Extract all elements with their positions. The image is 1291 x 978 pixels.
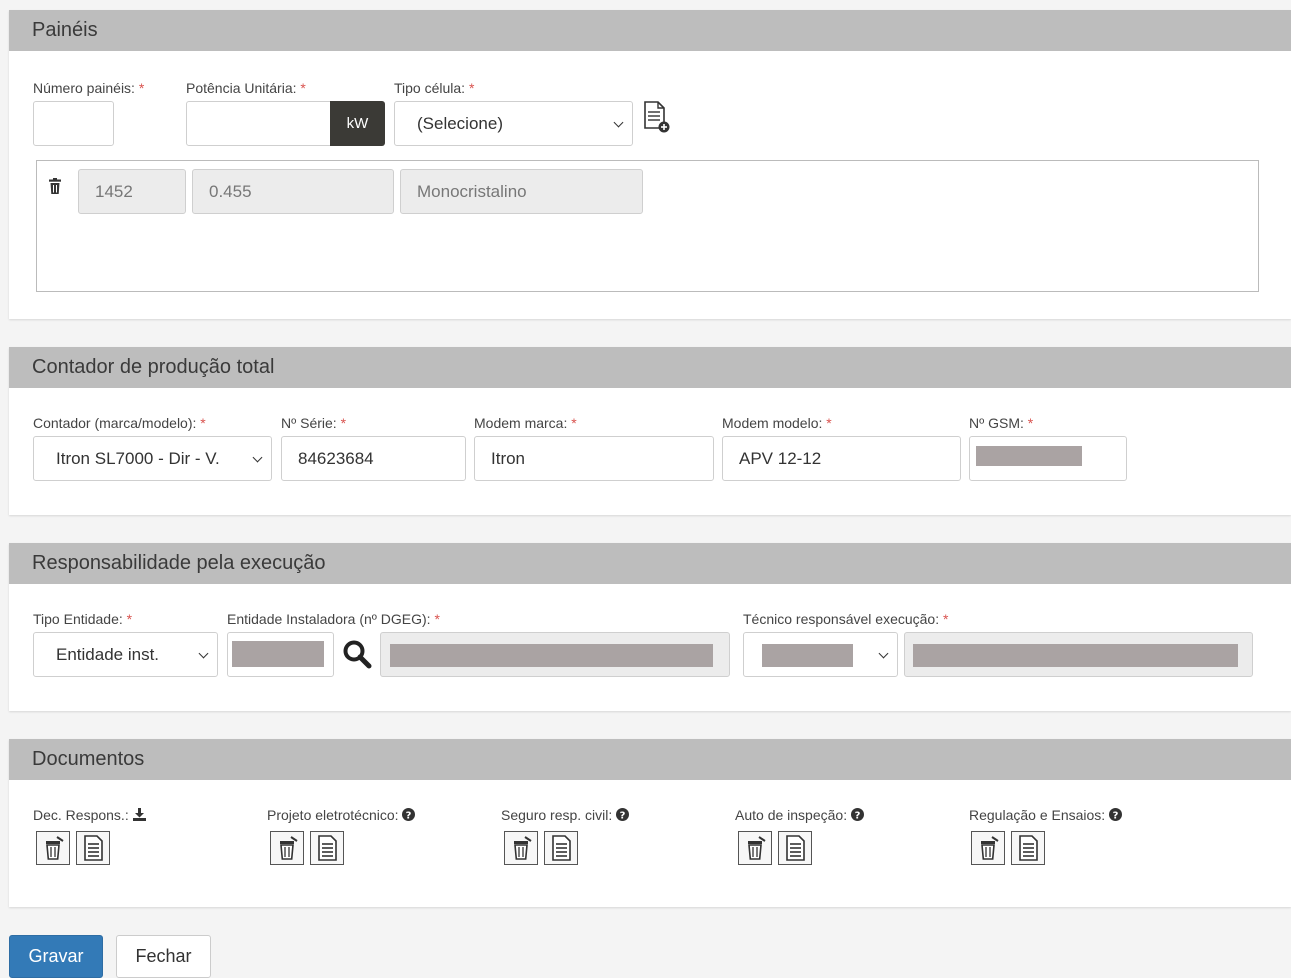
save-button[interactable]: Gravar [9,935,103,978]
view-file-icon[interactable] [778,831,812,865]
add-document-icon[interactable] [642,100,672,134]
responsabilidade-title: Responsabilidade pela execução [9,543,1291,584]
num-paineis-input[interactable] [33,101,114,146]
svg-text:?: ? [406,810,412,821]
gsm-input[interactable] [969,436,1127,481]
delete-file-icon[interactable] [971,831,1005,865]
serie-label: Nº Série: * [281,415,347,431]
tecnico-label: Técnico responsável execução: * [743,611,949,627]
num-paineis-label: Número painéis: * [33,80,145,96]
modem-marca-label: Modem marca: * [474,415,577,431]
entidade-code-input[interactable] [227,632,334,677]
paineis-title: Painéis [9,10,1291,51]
view-file-icon[interactable] [1011,831,1045,865]
tipo-celula-label: Tipo célula: * [394,80,475,96]
view-file-icon[interactable] [544,831,578,865]
doc-label: Seguro resp. civil: ? [501,807,630,824]
serie-input[interactable]: 84623684 [281,436,466,481]
contador-select[interactable]: Itron SL7000 - Dir - V. [33,436,272,481]
delete-file-icon[interactable] [270,831,304,865]
trash-icon[interactable] [48,178,62,195]
help-icon[interactable]: ? [616,808,630,824]
redacted-block [913,644,1238,667]
modem-modelo-label: Modem modelo: * [722,415,832,431]
delete-file-icon[interactable] [738,831,772,865]
potencia-input[interactable] [186,101,331,146]
redacted-block [976,446,1082,466]
documentos-title: Documentos [9,739,1291,780]
row-tipo-celula: Monocristalino [400,169,643,214]
help-icon[interactable]: ? [402,808,416,824]
kw-addon: kW [330,101,385,146]
modem-marca-input[interactable]: Itron [474,436,714,481]
paineis-list: 1452 0.455 Monocristalino [36,160,1259,292]
search-icon[interactable] [342,639,374,671]
help-icon[interactable]: ? [1109,808,1123,824]
close-button[interactable]: Fechar [116,935,211,978]
doc-label: Projeto eletrotécnico: ? [267,807,416,824]
contador-panel: Contador de produção total Contador (mar… [9,347,1291,515]
modem-modelo-input[interactable]: APV 12-12 [722,436,961,481]
contador-label: Contador (marca/modelo): * [33,415,206,431]
entidade-name-field [380,632,730,677]
svg-text:?: ? [855,810,861,821]
doc-label: Regulação e Ensaios: ? [969,807,1123,824]
help-icon[interactable]: ? [850,808,864,824]
doc-label: Auto de inspeção: ? [735,807,864,824]
responsabilidade-panel: Responsabilidade pela execução Tipo Enti… [9,543,1291,711]
download-icon[interactable] [132,808,146,824]
redacted-block [390,644,713,667]
potencia-label: Potência Unitária: * [186,80,306,96]
row-potencia: 0.455 [192,169,394,214]
entidade-label: Entidade Instaladora (nº DGEG): * [227,611,440,627]
tipo-celula-select[interactable]: (Selecione) [394,101,633,146]
view-file-icon[interactable] [310,831,344,865]
redacted-block [232,641,324,667]
redacted-block [762,644,853,667]
delete-file-icon[interactable] [36,831,70,865]
tipo-entidade-label: Tipo Entidade: * [33,611,133,627]
paineis-panel: Painéis Número painéis: * Potência Unitá… [9,10,1291,319]
view-file-icon[interactable] [76,831,110,865]
tecnico-name-field [904,632,1253,677]
row-num-paineis: 1452 [78,169,186,214]
svg-text:?: ? [1113,810,1119,821]
doc-label: Dec. Respons.: [33,807,146,824]
tipo-entidade-select[interactable]: Entidade inst. [33,632,218,677]
delete-file-icon[interactable] [504,831,538,865]
gsm-label: Nº GSM: * [969,415,1034,431]
contador-title: Contador de produção total [9,347,1291,388]
svg-text:?: ? [620,810,626,821]
documentos-panel: Documentos Dec. Respons.: Projeto eletro… [9,739,1291,907]
tecnico-select[interactable] [743,632,898,677]
